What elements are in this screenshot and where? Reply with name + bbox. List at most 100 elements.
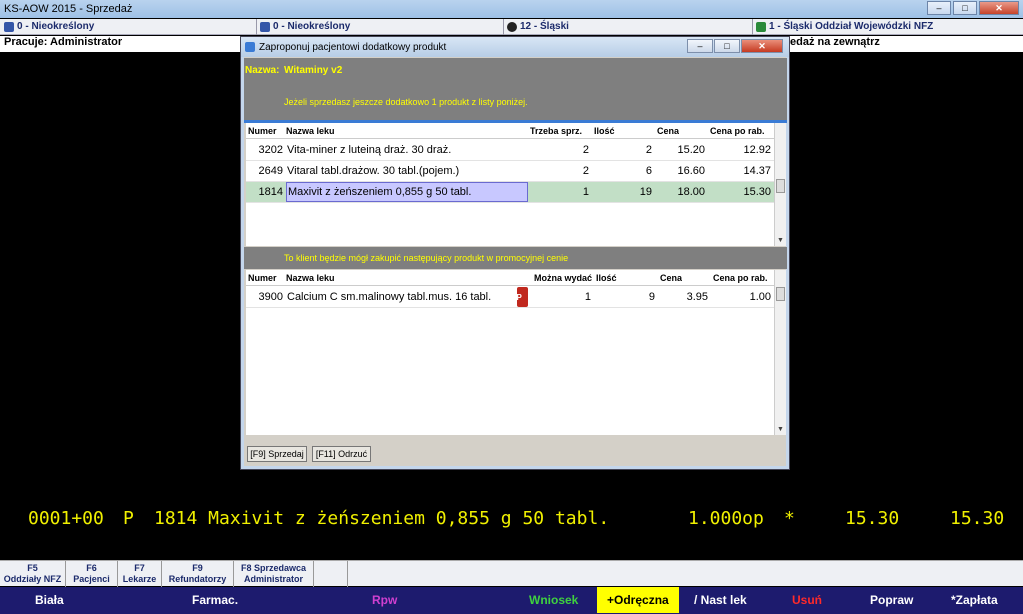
col-numer[interactable]: Numer [248,123,277,138]
cell-trzeba: 1 [582,186,589,198]
cell-nazwa: Vitaral tabl.drażow. 30 tabl.(pojem.) [287,165,460,177]
dialog-minimize-button[interactable]: – [687,39,713,53]
odreczna-button[interactable]: +Odręczna [597,587,679,613]
fkey-pacjenci[interactable]: F6 Pacjenci [66,561,118,587]
promotion-header: Nazwa: Witaminy v2 Jeżeli sprzedasz jesz… [244,58,787,120]
table-row-selected[interactable]: 1814 Maxivit z żeńszeniem 0,855 g 50 tab… [246,182,774,203]
scroll-thumb[interactable] [776,179,785,193]
cell-mozna: 1 [584,291,591,303]
col-cena-rab[interactable]: Cena po rab. [710,123,765,138]
doctor-icon [260,21,270,32]
fkey-refundatorzy-key: F9 [192,563,203,573]
info-lekarz-label: 0 - Nieokreślony [273,21,351,32]
col-trzeba[interactable]: Trzeba sprz. [530,123,582,138]
info-region[interactable]: 12 - Śląski [507,21,569,32]
usun-button[interactable]: Usuń [792,593,822,607]
cell-nazwa: Calcium C sm.malinowy tabl.mus. 16 tabl. [287,291,492,303]
scroll-down-icon[interactable]: ▼ [777,237,784,244]
fkey-lekarze-key: F7 [134,563,145,573]
cell-cena: 16.60 [677,165,705,177]
popraw-button[interactable]: Popraw [870,593,913,607]
minimize-button[interactable]: – [927,1,951,15]
fkey-empty [314,561,348,587]
info-oddzial[interactable]: 0 - Nieokreślony [4,21,94,32]
fkey-sprzedawca[interactable]: F8 Sprzedawca Administrator [234,561,314,587]
nast-lek-button[interactable]: / Nast lek [694,593,747,607]
farmac-button[interactable]: Farmac. [192,593,238,607]
table1-scrollbar[interactable]: ▼ [774,123,786,246]
close-button[interactable]: ✕ [979,1,1019,15]
promo-products-table: Numer Nazwa leku Można wydać Ilość Cena … [246,270,786,435]
cell-cena: 3.95 [686,291,708,303]
person-icon [4,21,14,32]
cell-cena: 18.00 [677,186,705,198]
col-cena-rab[interactable]: Cena po rab. [713,270,768,285]
table2-header: Numer Nazwa leku Można wydać Ilość Cena … [246,270,786,286]
col-ilosc[interactable]: Ilość [596,270,617,285]
wniosek-button[interactable]: Wniosek [529,593,578,607]
p-badge-icon: P [516,287,528,307]
app-title: KS-AOW 2015 - Sprzedaż [4,3,133,15]
dialog-close-button[interactable]: ✕ [741,39,783,53]
cell-cena-rab: 12.92 [743,144,771,156]
rpw-button[interactable]: Rpw [372,593,397,607]
sale-mode-label: edaż na zewnątrz [790,36,880,48]
cell-numer: 2649 [258,165,283,177]
cell-cena-rab: 14.37 [743,165,771,177]
col-ilosc[interactable]: Ilość [594,123,615,138]
info-region-label: 12 - Śląski [520,21,569,32]
reject-button[interactable]: [F11] Odrzuć [312,446,371,462]
scroll-down-icon[interactable]: ▼ [777,426,784,433]
cell-cena-rab: 1.00 [749,291,771,303]
col-numer[interactable]: Numer [248,270,277,285]
fkey-oddzialy-key: F5 [27,563,38,573]
col-nazwa[interactable]: Nazwa leku [286,123,335,138]
line-item: 1814 Maxivit z żeńszeniem 0,855 g 50 tab… [154,508,610,529]
table-row[interactable]: 3202 Vita-miner z luteiną draż. 30 draż.… [246,140,774,161]
col-cena[interactable]: Cena [657,123,679,138]
info-nfz[interactable]: 1 - Śląski Oddział Wojewódzki NFZ [756,21,933,32]
cell-ilosc: 9 [648,291,655,303]
dialog-maximize-button[interactable]: □ [714,39,740,53]
app-titlebar: KS-AOW 2015 - Sprzedaż – □ ✕ [0,0,1023,18]
prescription-badge: P [515,287,529,307]
fkey-bar: F5 Oddziały NFZ F6 Pacjenci F7 Lekarze F… [0,560,1023,587]
cell-ilosc: 2 [645,144,652,156]
col-mozna[interactable]: Można wydać [534,270,592,285]
cell-numer: 3202 [258,144,283,156]
promotion-instruction: Jeżeli sprzedasz jeszcze dodatkowo 1 pro… [284,97,528,107]
scroll-thumb[interactable] [776,287,785,301]
col-cena[interactable]: Cena [660,270,682,285]
cell-ilosc: 19 [639,186,652,198]
region-icon [507,21,517,32]
table2-scrollbar[interactable]: ▼ [774,270,786,435]
promotion-name-value: Witaminy v2 [284,65,343,76]
zaplata-button[interactable]: *Zapłata [951,593,998,607]
maximize-button[interactable]: □ [953,1,977,15]
cell-cena: 15.20 [677,144,705,156]
table1-header: Numer Nazwa leku Trzeba sprz. Ilość Cena… [246,123,786,139]
dialog-app-icon [245,42,255,52]
table-row[interactable]: 3900 Calcium C sm.malinowy tabl.mus. 16 … [246,287,774,308]
cell-numer: 3900 [258,291,283,303]
table-row[interactable]: 2649 Vitaral tabl.drażow. 30 tabl.(pojem… [246,161,774,182]
col-nazwa[interactable]: Nazwa leku [286,270,335,285]
fkey-refundatorzy[interactable]: F9 Refundatorzy [162,561,234,587]
promotion-name-label: Nazwa: [245,65,280,76]
info-oddzial-label: 0 - Nieokreślony [17,21,95,32]
fkey-refundatorzy-label: Refundatorzy [168,574,227,584]
info-lekarz[interactable]: 0 - Nieokreślony [260,21,350,32]
fkey-oddzialy-label: Oddziały NFZ [3,574,62,584]
line-type: P [123,508,134,529]
fkey-sprzedawca-key: F8 Sprzedawca [240,563,307,573]
promo-panel: To klient będzie mógł zakupić następując… [244,247,787,269]
propose-product-dialog: Zaproponuj pacjentowi dodatkowy produkt … [240,36,790,470]
fkey-oddzialy[interactable]: F5 Oddziały NFZ [0,561,66,587]
action-bar: Biała Farmac. Rpw Wniosek +Odręczna / Na… [0,587,1023,614]
fkey-lekarze[interactable]: F7 Lekarze [118,561,162,587]
cell-cena-rab: 15.30 [743,186,771,198]
biala-button[interactable]: Biała [35,593,64,607]
cell-trzeba: 2 [582,165,589,177]
cell-numer: 1814 [258,186,283,198]
sell-button[interactable]: [F9] Sprzedaj [247,446,307,462]
